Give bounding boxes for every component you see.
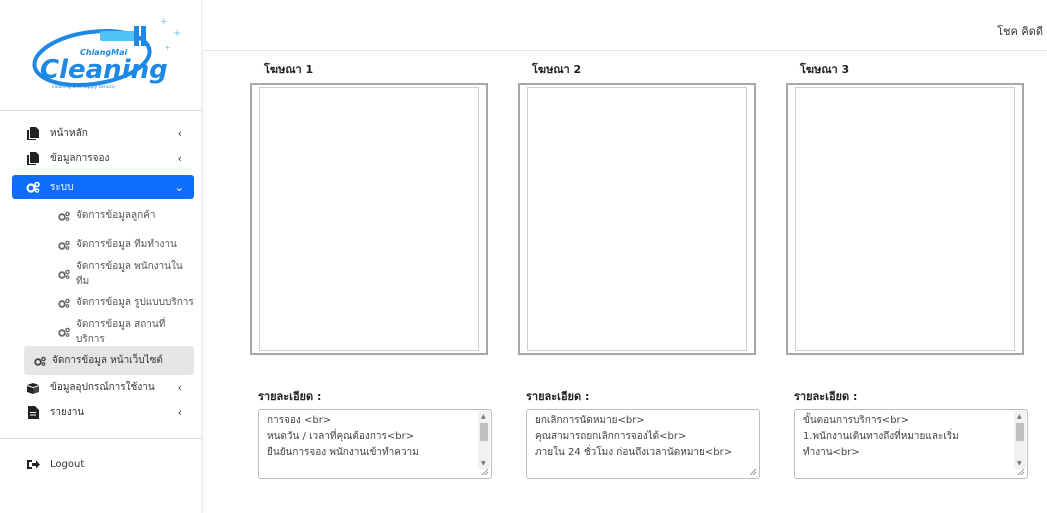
- sidebar-item-equipment[interactable]: ข้อมูลอุปกรณ์การใช้งาน ‹: [0, 375, 202, 400]
- sidebar-subitem-teams[interactable]: จัดการข้อมูล ทีมทำงาน: [24, 230, 194, 259]
- chevron-left-icon: ‹: [177, 152, 182, 165]
- svg-text:Cleaning: Cleaning: [40, 55, 168, 85]
- box-icon: [26, 381, 40, 395]
- sign-out-icon: [26, 458, 40, 472]
- sidebar-item-label: ข้อมูลการจอง: [50, 153, 110, 164]
- sidebar-menu: หน้าหลัก ‹ ข้อมูลการจอง ‹ ระบบ ⌄ จัดการข…: [0, 121, 202, 477]
- sidebar-item-system[interactable]: ระบบ ⌄: [12, 175, 194, 199]
- gears-icon: [26, 180, 40, 194]
- svg-text:cleaning and supply service: cleaning and supply service: [52, 84, 115, 90]
- gears-icon: [58, 298, 70, 308]
- gears-icon: [58, 327, 70, 337]
- chevron-left-icon: ‹: [177, 381, 182, 394]
- sidebar-subitem-label: จัดการข้อมูล รูปแบบบริการ: [76, 297, 194, 308]
- sidebar-subitem-service-locations[interactable]: จัดการข้อมูล สถานที่บริการ: [24, 317, 194, 346]
- ad-image-inner: [795, 87, 1015, 351]
- detail-textarea[interactable]: ขั้นตอนการบริการ<br> 1.พนักงานเดินทางถึง…: [794, 409, 1028, 479]
- sidebar-subitem-label: จัดการข้อมูล สถานที่บริการ: [76, 318, 166, 345]
- detail-label: รายละเอียด :: [258, 390, 322, 403]
- detail-text: การจอง <br> หนดวัน / เวลาที่คุณต้องการ<b…: [267, 415, 419, 458]
- sidebar-subitem-team-staff[interactable]: จัดการข้อมูล พนักงานในทีม: [24, 259, 194, 288]
- detail-label: รายละเอียด :: [526, 390, 590, 403]
- resize-handle-icon[interactable]: [481, 468, 489, 476]
- sidebar-item-label: รายงาน: [50, 407, 85, 418]
- ad-image-box[interactable]: [250, 83, 488, 355]
- logout-button[interactable]: Logout: [0, 452, 202, 477]
- scroll-thumb[interactable]: [480, 423, 488, 441]
- gears-icon: [58, 240, 70, 250]
- scroll-thumb[interactable]: [1016, 423, 1024, 441]
- logout-label: Logout: [50, 459, 85, 470]
- sidebar-subitem-label: จัดการข้อมูล ทีมทำงาน: [76, 239, 177, 250]
- svg-text:+: +: [173, 28, 181, 39]
- scroll-down-icon[interactable]: ▼: [481, 460, 486, 467]
- ad-title: โฆษณา 1: [264, 63, 314, 76]
- sidebar-subitem-customers[interactable]: จัดการข้อมูลลูกค้า: [24, 201, 194, 230]
- logo-graphic: + + + ChiangMai Cleaning cleaning and su…: [32, 17, 181, 90]
- ad-image-inner: [527, 87, 747, 351]
- textarea-scrollbar[interactable]: ▲ ▼: [478, 411, 490, 469]
- chevron-down-icon: ⌄: [174, 181, 184, 194]
- chevron-left-icon: ‹: [177, 406, 182, 419]
- menu-divider: [0, 438, 202, 439]
- sidebar-item-label: หน้าหลัก: [50, 128, 88, 139]
- file-icon: [26, 127, 40, 141]
- detail-text: ขั้นตอนการบริการ<br> 1.พนักงานเดินทางถึง…: [803, 415, 959, 458]
- ad-title: โฆษณา 2: [532, 63, 582, 76]
- sidebar-item-reports[interactable]: รายงาน ‹: [0, 400, 202, 425]
- ad-title: โฆษณา 3: [800, 63, 850, 76]
- sidebar-subitem-website[interactable]: จัดการข้อมูล หน้าเว็บไซต์: [24, 346, 194, 375]
- resize-handle-icon[interactable]: [749, 468, 757, 476]
- detail-textarea[interactable]: การจอง <br> หนดวัน / เวลาที่คุณต้องการ<b…: [258, 409, 492, 479]
- topbar: โชค คิดดี: [202, 0, 1047, 51]
- scroll-down-icon[interactable]: ▼: [1017, 460, 1022, 467]
- ad-column-1: โฆษณา 1 รายละเอียด : การจอง <br> หนดวัน …: [250, 60, 492, 479]
- gears-icon: [58, 269, 70, 279]
- chevron-left-icon: ‹: [177, 127, 182, 140]
- resize-handle-icon[interactable]: [1017, 468, 1025, 476]
- ad-image-inner: [259, 87, 479, 351]
- sidebar-subitem-label: จัดการข้อมูล หน้าเว็บไซต์: [52, 355, 163, 366]
- sidebar-subitem-service-types[interactable]: จัดการข้อมูล รูปแบบบริการ: [24, 288, 194, 317]
- scroll-up-icon[interactable]: ▲: [481, 413, 486, 420]
- gears-icon: [58, 211, 70, 221]
- report-icon: [26, 406, 40, 420]
- logo-divider: [0, 110, 202, 111]
- scroll-up-icon[interactable]: ▲: [1017, 413, 1022, 420]
- ad-image-box[interactable]: [518, 83, 756, 355]
- textarea-scrollbar[interactable]: ▲ ▼: [1014, 411, 1026, 469]
- ad-column-2: โฆษณา 2 รายละเอียด : ยกเลิกการนัดหมาย<br…: [518, 60, 760, 479]
- ad-column-3: โฆษณา 3 รายละเอียด : ขั้นตอนการบริการ<br…: [786, 60, 1028, 479]
- sidebar-item-bookings[interactable]: ข้อมูลการจอง ‹: [0, 146, 202, 171]
- sidebar-item-label: ข้อมูลอุปกรณ์การใช้งาน: [50, 382, 155, 393]
- svg-text:+: +: [160, 17, 168, 27]
- detail-textarea[interactable]: ยกเลิกการนัดหมาย<br> คุณสามารถยกเลิกการจ…: [526, 409, 760, 479]
- detail-label: รายละเอียด :: [794, 390, 858, 403]
- sidebar-subitem-label: จัดการข้อมูล พนักงานในทีม: [76, 260, 183, 287]
- gears-icon: [34, 356, 46, 366]
- chiangmai-cleaning-logo[interactable]: + + + ChiangMai Cleaning cleaning and su…: [30, 14, 190, 94]
- detail-text: ยกเลิกการนัดหมาย<br> คุณสามารถยกเลิกการจ…: [535, 415, 733, 458]
- ad-image-box[interactable]: [786, 83, 1024, 355]
- sidebar: + + + ChiangMai Cleaning cleaning and su…: [0, 0, 202, 513]
- svg-text:+: +: [164, 43, 171, 52]
- sidebar-item-label: ระบบ: [50, 181, 74, 193]
- user-name[interactable]: โชค คิดดี: [997, 22, 1043, 40]
- sidebar-subitem-label: จัดการข้อมูลลูกค้า: [76, 210, 156, 221]
- sidebar-item-home[interactable]: หน้าหลัก ‹: [0, 121, 202, 146]
- file-icon: [26, 152, 40, 166]
